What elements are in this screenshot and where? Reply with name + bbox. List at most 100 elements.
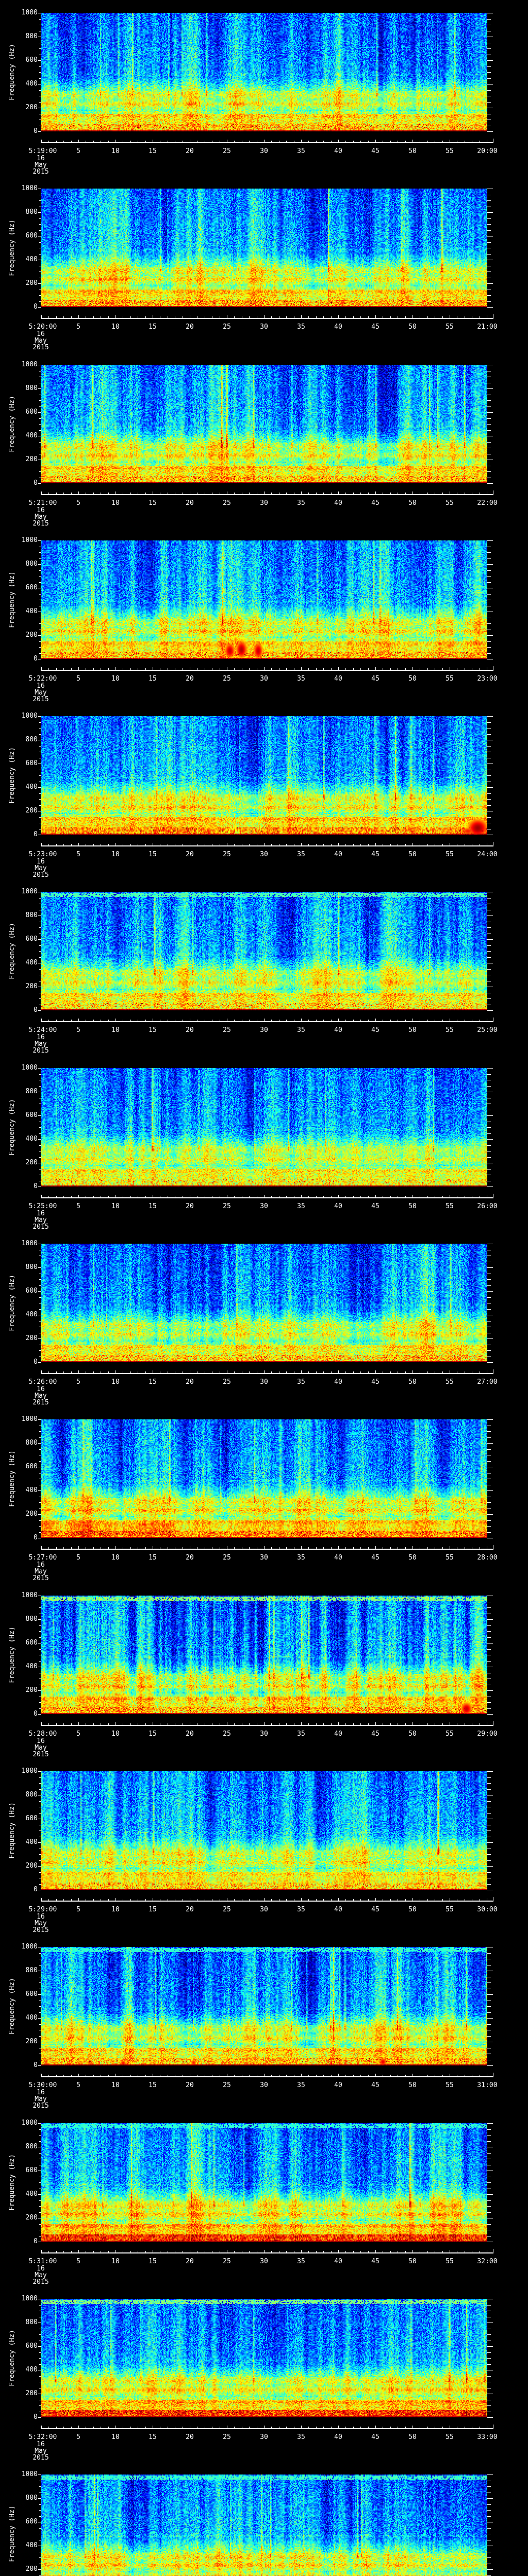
x-axis-tick	[48, 668, 49, 670]
y-axis-tick	[39, 1145, 41, 1146]
date-year-label: 2015	[32, 696, 49, 703]
x-axis-tick	[264, 1546, 265, 1549]
y-axis-tick	[487, 2364, 491, 2365]
y-axis-tick	[487, 2346, 493, 2347]
date-year-label: 2015	[32, 2454, 49, 2462]
y-axis-tick	[487, 2135, 491, 2136]
y-axis-tick	[39, 424, 41, 425]
x-axis-tick	[412, 140, 413, 142]
x-axis-tick	[48, 1371, 49, 1373]
y-axis-tick	[487, 1801, 491, 1802]
y-axis-tick-label: 1000	[21, 888, 38, 895]
x-axis-tick	[249, 1371, 250, 1373]
x-axis-tick	[41, 1019, 42, 1021]
x-axis-tick	[234, 2075, 235, 2076]
x-axis-tick	[234, 1723, 235, 1725]
x-axis-tick	[412, 2250, 413, 2252]
x-axis-minute-label: 50	[408, 1378, 417, 1386]
x-axis-line	[41, 2428, 493, 2429]
y-axis-tick	[39, 1777, 41, 1778]
y-axis-tick	[487, 969, 491, 970]
x-axis-tick	[234, 1371, 235, 1373]
y-axis-tick	[39, 951, 41, 952]
x-axis-tick	[368, 1723, 369, 1725]
y-axis-tick-label: 800	[25, 1263, 38, 1271]
x-axis-tick	[234, 1196, 235, 1197]
x-axis-tick	[145, 493, 146, 494]
y-axis-tick	[487, 406, 491, 407]
spectrogram-panel: Frequency (Hz) 0200400600800100051015202…	[0, 528, 528, 703]
x-axis-tick	[390, 141, 391, 142]
y-axis-tick-label: 800	[25, 2143, 38, 2150]
x-axis-tick	[405, 493, 406, 494]
y-axis-tick-label: 0	[34, 655, 38, 663]
x-axis-tick	[108, 668, 109, 670]
y-axis-tick	[487, 2012, 491, 2013]
x-axis-tick	[345, 1547, 346, 1549]
y-axis-tick	[39, 1350, 41, 1351]
x-axis-tick	[71, 2251, 72, 2252]
x-axis-minute-label: 55	[446, 499, 454, 507]
x-axis-tick	[345, 1020, 346, 1021]
x-axis-tick	[130, 668, 131, 670]
y-axis-tick	[487, 1267, 493, 1268]
x-axis-tick	[442, 1899, 443, 1901]
x-axis-minute-label: 50	[408, 2258, 417, 2265]
y-axis-tick-label: 1000	[21, 1240, 38, 1247]
y-axis-tick	[487, 212, 493, 213]
x-axis-tick	[308, 668, 309, 670]
y-axis-tick	[39, 1708, 41, 1709]
x-axis-tick	[48, 1196, 49, 1197]
x-axis-minute-label: 35	[297, 1202, 305, 1210]
y-axis-tick-label: 0	[34, 1182, 38, 1190]
x-axis-tick	[249, 316, 250, 318]
x-axis-minute-label: 10	[111, 1554, 120, 1562]
y-axis-tick	[39, 552, 41, 553]
y-axis-tick	[487, 2358, 491, 2359]
x-axis-tick	[48, 493, 49, 494]
y-axis-tick	[38, 2417, 41, 2418]
x-axis-tick	[145, 316, 146, 318]
y-axis-tick	[39, 2135, 41, 2136]
y-axis-tick	[38, 1291, 41, 1292]
x-axis-tick	[427, 668, 428, 670]
spectrogram-panel: Frequency (Hz) 0200400600800100051015202…	[0, 1583, 528, 1758]
y-axis-tick	[39, 1169, 41, 1170]
x-axis-tick	[264, 1370, 265, 1373]
x-axis-minute-label: 35	[297, 1554, 305, 1562]
x-axis-tick	[63, 1371, 64, 1373]
x-axis-tick	[316, 493, 317, 494]
y-axis-tick	[38, 635, 41, 636]
y-axis-tick-label: 800	[25, 2318, 38, 2326]
y-axis-tick	[39, 2334, 41, 2335]
y-axis-tick	[39, 1637, 41, 1638]
x-axis-tick	[234, 2427, 235, 2428]
y-axis-tick	[38, 1443, 41, 1444]
x-axis-tick	[108, 2251, 109, 2252]
x-axis-start-time-label: 5:25:00	[28, 1202, 57, 1210]
date-year-label: 2015	[32, 1751, 49, 1758]
y-axis-tick	[38, 540, 41, 541]
x-axis-tick	[427, 1899, 428, 1901]
x-axis-minute-label: 40	[334, 499, 342, 507]
y-axis-tick	[39, 623, 41, 624]
x-axis-tick	[234, 844, 235, 845]
x-axis-tick	[316, 844, 317, 845]
x-axis-minute-label: 55	[446, 147, 454, 155]
y-axis-tick-label: 200	[25, 1686, 38, 1694]
x-axis-tick	[249, 141, 250, 142]
y-axis-tick	[487, 898, 491, 899]
y-axis-tick	[38, 1994, 41, 1995]
x-axis-start-time-label: 5:32:00	[28, 2433, 57, 2441]
y-axis-tick	[487, 1490, 493, 1491]
y-axis-tick	[39, 471, 41, 472]
y-axis-tick	[38, 2346, 41, 2347]
y-axis-tick	[39, 2557, 41, 2558]
y-axis-tick	[39, 430, 41, 431]
date-year-label: 2015	[32, 1399, 49, 1406]
x-axis-tick	[78, 140, 79, 142]
x-axis-tick	[48, 2427, 49, 2428]
x-axis-end-time-label: 32:00	[477, 2258, 498, 2265]
x-axis-tick	[323, 141, 324, 142]
y-axis-tick-label: 200	[25, 1334, 38, 1342]
